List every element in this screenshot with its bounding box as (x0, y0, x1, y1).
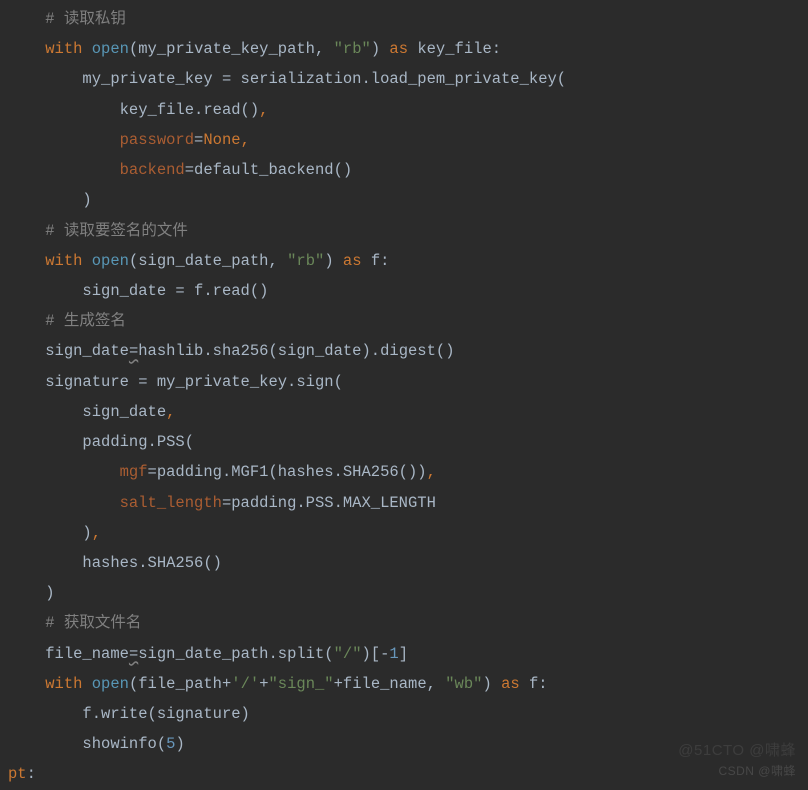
token-kw: as (343, 252, 371, 270)
token-p: =padding.MGF1(hashes.SHA256()) (148, 463, 427, 481)
token-kw: with (45, 40, 92, 58)
token-p: ) (324, 252, 343, 270)
token-p: file_name (45, 645, 129, 663)
code-line: ) (8, 578, 808, 608)
code-line: # 获取文件名 (8, 608, 808, 638)
token-arg: backend (120, 161, 185, 179)
token-p: + (259, 675, 268, 693)
token-kw: , (92, 524, 101, 542)
token-c: # 获取文件名 (45, 614, 141, 632)
token-p: key_file.read() (120, 101, 260, 119)
token-kw: , (259, 101, 268, 119)
token-kw: None (203, 131, 240, 149)
token-p: ] (399, 645, 408, 663)
token-p: )[- (362, 645, 390, 663)
code-line: ) (8, 185, 808, 215)
token-p: showinfo( (82, 735, 166, 753)
token-kw: pt (8, 765, 27, 783)
token-p: (file_path+ (129, 675, 231, 693)
token-p: f: (371, 252, 390, 270)
code-line: sign_date=hashlib.sha256(sign_date).dige… (8, 336, 808, 366)
token-s: "rb" (334, 40, 371, 58)
token-p: ) (82, 191, 91, 209)
token-p: ) (175, 735, 184, 753)
code-line: # 读取要签名的文件 (8, 216, 808, 246)
token-kw: as (389, 40, 417, 58)
token-p: , (427, 675, 446, 693)
token-arg: salt_length (120, 494, 222, 512)
code-line: hashes.SHA256() (8, 548, 808, 578)
token-kw: , (427, 463, 436, 481)
token-p: = (129, 645, 138, 663)
code-line: password=None, (8, 125, 808, 155)
code-line: key_file.read(), (8, 95, 808, 125)
token-s: "wb" (445, 675, 482, 693)
token-p: ) (482, 675, 501, 693)
code-line: file_name=sign_date_path.split("/")[-1] (8, 639, 808, 669)
token-kw: as (501, 675, 529, 693)
token-s: '/' (231, 675, 259, 693)
code-line: mgf=padding.MGF1(hashes.SHA256()), (8, 457, 808, 487)
code-line: padding.PSS( (8, 427, 808, 457)
token-fn: open (92, 252, 129, 270)
token-arg: password (120, 131, 194, 149)
token-p: f: (529, 675, 548, 693)
token-kw: , (241, 131, 250, 149)
token-s: "sign_" (269, 675, 334, 693)
token-p: = (129, 342, 138, 360)
token-p: hashes.SHA256() (82, 554, 222, 572)
token-p: , (315, 40, 334, 58)
token-kw: with (45, 675, 92, 693)
token-p: signature = my_private_key.sign( (45, 373, 343, 391)
code-line: f.write(signature) (8, 699, 808, 729)
token-fn: open (92, 675, 129, 693)
token-p: sign_date_path.split( (138, 645, 333, 663)
token-c: # 读取要签名的文件 (45, 222, 188, 240)
code-line: with open(sign_date_path, "rb") as f: (8, 246, 808, 276)
code-line: # 生成签名 (8, 306, 808, 336)
code-line: salt_length=padding.PSS.MAX_LENGTH (8, 488, 808, 518)
token-p: +file_name (334, 675, 427, 693)
code-line: ), (8, 518, 808, 548)
token-p: my_private_key = serialization.load_pem_… (82, 70, 566, 88)
code-line: with open(file_path+'/'+"sign_"+file_nam… (8, 669, 808, 699)
token-p: (sign_date_path (129, 252, 269, 270)
token-p: sign_date (82, 403, 166, 421)
token-s: "/" (334, 645, 362, 663)
token-num: 1 (389, 645, 398, 663)
token-p: =default_backend() (185, 161, 352, 179)
token-p: ) (45, 584, 54, 602)
code-block: # 读取私钥 with open(my_private_key_path, "r… (0, 0, 808, 790)
code-line: backend=default_backend() (8, 155, 808, 185)
code-line: signature = my_private_key.sign( (8, 367, 808, 397)
token-p: , (268, 252, 287, 270)
code-line: my_private_key = serialization.load_pem_… (8, 64, 808, 94)
token-fn: open (92, 40, 129, 58)
watermark-csdn: CSDN @啸蜂 (718, 760, 796, 783)
token-p: = (194, 131, 203, 149)
code-line: sign_date = f.read() (8, 276, 808, 306)
token-p: f.write(signature) (82, 705, 249, 723)
token-kw: , (166, 403, 175, 421)
token-p: hashlib.sha256(sign_date).digest() (138, 342, 454, 360)
token-p: padding.PSS( (82, 433, 194, 451)
token-p: =padding.PSS.MAX_LENGTH (222, 494, 436, 512)
code-line: sign_date, (8, 397, 808, 427)
token-p: ) (82, 524, 91, 542)
code-line: # 读取私钥 (8, 4, 808, 34)
token-arg: mgf (120, 463, 148, 481)
code-line: with open(my_private_key_path, "rb") as … (8, 34, 808, 64)
token-p: sign_date (45, 342, 129, 360)
token-c: # 读取私钥 (45, 10, 126, 28)
token-s: "rb" (287, 252, 324, 270)
token-p: key_file: (417, 40, 501, 58)
token-p: : (27, 765, 36, 783)
token-p: sign_date = f.read() (82, 282, 268, 300)
token-p: (my_private_key_path (129, 40, 315, 58)
token-c: # 生成签名 (45, 312, 126, 330)
token-p: ) (371, 40, 390, 58)
token-kw: with (45, 252, 92, 270)
